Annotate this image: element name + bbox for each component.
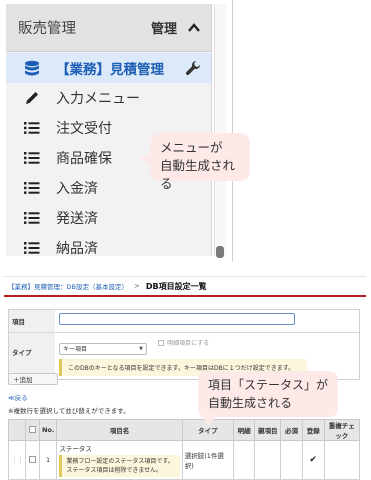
col-registered: 登録 [301, 419, 325, 441]
status-autogen-callout: 項目「ステータス」が 自動生成される [198, 371, 338, 426]
drag-handle-icon[interactable]: ⋮⋮ [8, 440, 26, 480]
sidebar-header[interactable]: 販売管理 管理 [6, 4, 211, 52]
items-table: No. 項目名 タイプ 明細 親項目 必須 登録 重複チェック ⋮⋮ 1 ステー… [8, 419, 361, 480]
breadcrumb-link[interactable]: 【業務】見積管理：DB設定（基本設定） [8, 281, 128, 291]
type-select[interactable]: キー項目 ▼ [59, 342, 147, 355]
col-parent: 親項目 [254, 419, 282, 441]
row-dup-check [323, 440, 361, 480]
sidebar-scrollbar-thumb[interactable] [216, 246, 224, 258]
breadcrumb-separator: > [133, 282, 140, 290]
checkbox-box[interactable] [158, 339, 165, 346]
col-dup-check: 重複チェック [323, 419, 361, 441]
list-icon [24, 120, 40, 136]
form-row-item: 項目 [9, 310, 359, 333]
row-required [280, 440, 303, 480]
row-note: 業務フロー設定のステータス項目です。ステータス項目は削除できません。 [59, 455, 180, 477]
row-registered: ✔ [301, 440, 325, 480]
row-detail [232, 440, 256, 480]
col-no: No. [38, 419, 58, 441]
admin-label[interactable]: 管理 [151, 18, 177, 37]
pencil-icon [24, 90, 40, 106]
row-type: 選択肢(1件選択) [181, 440, 234, 480]
sidebar-title: 販売管理 [18, 21, 76, 37]
add-button[interactable]: ＋追加 [8, 373, 58, 385]
callout-text: 自動生成される [160, 158, 236, 191]
db-settings-screenshot: 【業務】見積管理：DB設定（基本設定） > DB項目設定一覧 項目 タイプ キー… [4, 276, 366, 480]
back-link[interactable]: ≪戻る [8, 392, 28, 402]
check-icon: ✔ [309, 455, 317, 465]
detail-checkbox[interactable]: 明細項目にする [158, 338, 209, 347]
row-checkbox-cell[interactable] [25, 440, 40, 480]
sidebar-item-label: 注文受付 [56, 121, 112, 137]
callout-text: 自動生成される [208, 396, 293, 410]
callout-text: 項目「ステータス」が [208, 378, 329, 392]
sidebar-item-delivered[interactable]: 納品済 [6, 233, 211, 263]
item-label: 項目 [9, 310, 55, 332]
list-icon [24, 240, 40, 256]
sort-hint: ※複数行を選択して並び替えができます。 [8, 407, 130, 415]
list-icon [24, 210, 40, 226]
col-detail: 明細 [232, 419, 256, 441]
row-parent [254, 440, 282, 480]
row-item-name-cell: ステータス 業務フロー設定のステータス項目です。ステータス項目は削除できません。 [56, 440, 183, 480]
sidebar-item-input-menu[interactable]: 入力メニュー [6, 83, 211, 113]
chevron-up-icon[interactable] [187, 21, 201, 35]
item-form: 項目 タイプ キー項目 ▼ 明細項目にする このDBのキーとなる項目を設定できま… [8, 309, 360, 380]
page-title: DB項目設定一覧 [145, 281, 207, 291]
type-select-value: キー項目 [63, 346, 88, 353]
list-icon [24, 150, 40, 166]
row-item-name[interactable]: ステータス [59, 443, 179, 453]
database-icon [24, 60, 40, 76]
sidebar-item-label: 商品確保 [56, 151, 112, 167]
sidebar-item-label: 【業務】見積管理 [56, 62, 164, 78]
sidebar-item-label: 納品済 [56, 241, 98, 257]
table-row[interactable]: ⋮⋮ 1 ステータス 業務フロー設定のステータス項目です。ステータス項目は削除で… [8, 440, 361, 480]
col-select-all[interactable] [25, 419, 40, 441]
table-header-row: No. 項目名 タイプ 明細 親項目 必須 登録 重複チェック [8, 419, 361, 441]
item-name-input[interactable] [59, 313, 295, 325]
breadcrumb: 【業務】見積管理：DB設定（基本設定） > DB項目設定一覧 [4, 277, 366, 297]
menu-autogen-callout: メニューが 自動生成される [140, 133, 250, 191]
row-checkbox[interactable] [28, 455, 36, 463]
sidebar-item-quote-management[interactable]: 【業務】見積管理 [6, 53, 211, 83]
divider [232, 0, 233, 262]
callout-text: メニューが [160, 140, 223, 155]
col-grip [8, 419, 26, 441]
list-icon [24, 180, 40, 196]
col-required: 必須 [280, 419, 303, 441]
sidebar-item-shipped[interactable]: 発送済 [6, 203, 211, 233]
col-item-name: 項目名 [56, 419, 183, 441]
sidebar-item-label: 入力メニュー [56, 91, 140, 107]
select-all-checkbox[interactable] [28, 425, 36, 433]
sidebar-item-label: 入金済 [56, 181, 98, 197]
sidebar-screenshot: 販売管理 管理 【業務】見積管理 入力メニュー 注文受付 商品確保 入金済 発送… [0, 0, 371, 268]
sidebar-scrollbar[interactable] [214, 4, 226, 256]
sidebar: 販売管理 管理 【業務】見積管理 入力メニュー 注文受付 商品確保 入金済 発送… [6, 4, 212, 257]
wrench-icon[interactable] [185, 60, 201, 80]
chevron-down-icon: ▼ [139, 345, 143, 352]
row-no: 1 [38, 440, 58, 480]
detail-checkbox-label: 明細項目にする [167, 340, 210, 347]
sidebar-item-label: 発送済 [56, 211, 98, 227]
